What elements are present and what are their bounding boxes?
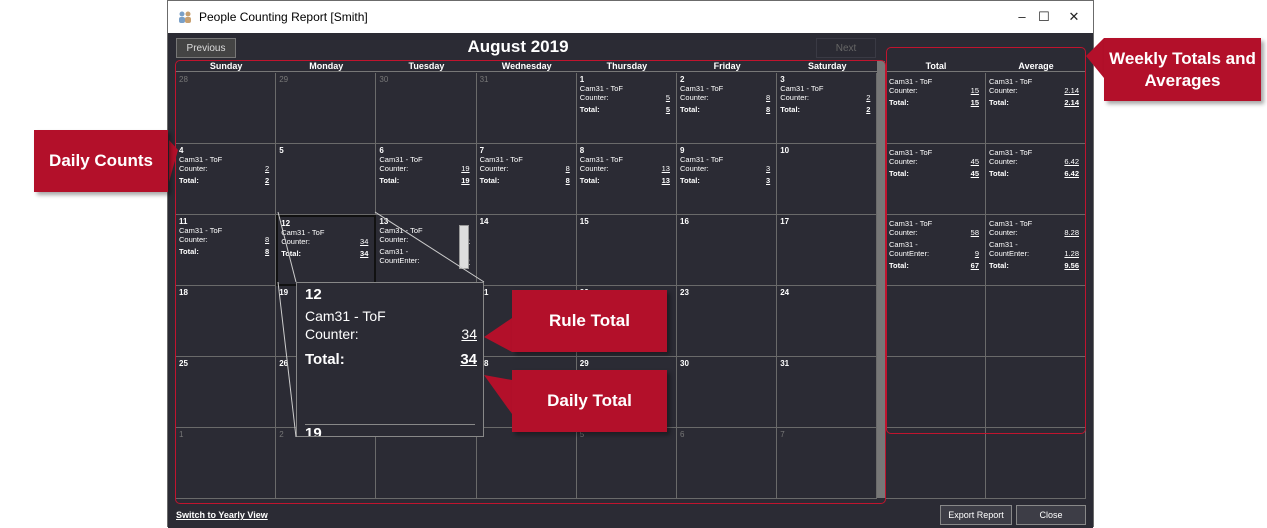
- daily-counts-pointer: [169, 140, 178, 182]
- daily-total-pointer: [484, 375, 512, 414]
- daily-total-callout: Daily Total: [512, 370, 667, 432]
- rule-total-pointer: [484, 318, 512, 352]
- rule-total-callout: Rule Total: [512, 290, 667, 352]
- zoom-line-right: [374, 211, 485, 283]
- callout-connectors: [169, 38, 1104, 438]
- daily-counts-callout: Daily Counts: [34, 130, 168, 192]
- weekly-pointer: [1086, 38, 1104, 78]
- zoom-line-left: [277, 211, 297, 283]
- weekly-totals-callout: Weekly Totals and Averages: [1104, 38, 1261, 101]
- zoom-line-lower: [277, 281, 297, 438]
